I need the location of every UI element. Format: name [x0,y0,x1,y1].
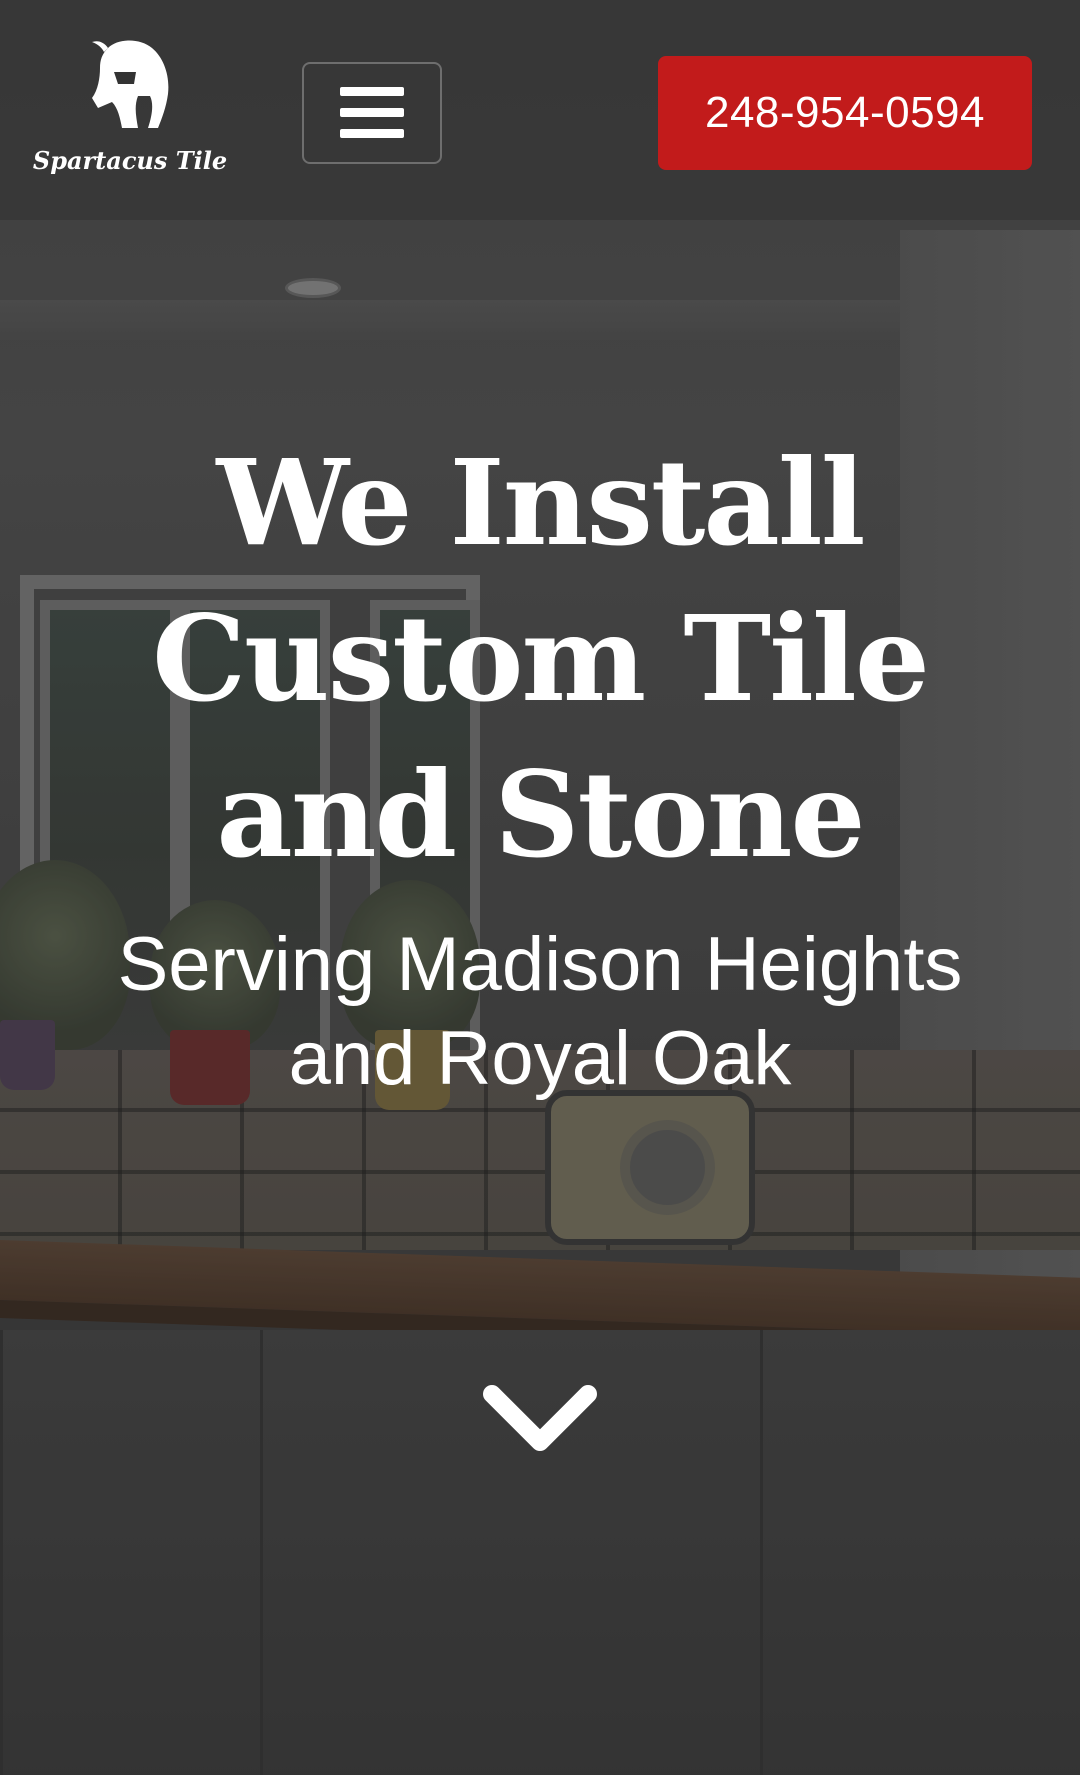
headline-line: Custom Tile [152,589,930,728]
scroll-down-button[interactable] [480,1380,600,1460]
site-header: Spartacus Tile 248-954-0594 [0,0,1080,220]
hamburger-menu-icon [340,87,404,138]
hero-subheading: Serving Madison Heights and Royal Oak [40,918,1040,1106]
chevron-down-icon [483,1385,597,1451]
subheading-line: Serving Madison Heights [117,922,963,1007]
spartan-helmet-icon [92,40,169,128]
call-phone-button[interactable]: 248-954-0594 [658,56,1032,170]
subheading-line: and Royal Oak [288,1016,792,1101]
site-logo[interactable]: Spartacus Tile [30,36,230,186]
logo-text: Spartacus Tile [32,146,228,175]
headline-line: and Stone [216,745,865,884]
hero-section: Spartacus Tile 248-954-0594 We Install C… [0,0,1080,1775]
headline-line: We Install [216,433,865,572]
menu-button[interactable] [302,62,442,164]
hero-headline: We Install Custom Tile and Stone [40,425,1040,893]
